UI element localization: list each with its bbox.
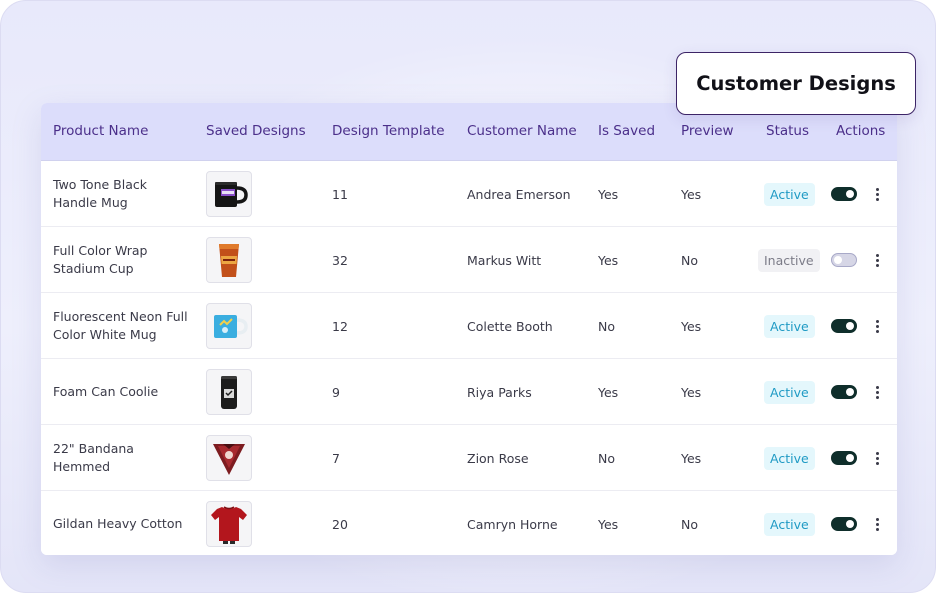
is-saved: No <box>598 318 615 334</box>
is-saved: Yes <box>598 384 619 400</box>
customer-name: Andrea Emerson <box>467 186 571 202</box>
product-name: Fluorescent Neon Full Color White Mug <box>53 309 188 342</box>
more-options-icon[interactable] <box>871 185 883 203</box>
black-mug-icon[interactable] <box>206 171 252 217</box>
toggle-knob <box>846 388 854 396</box>
design-template: 32 <box>332 252 348 268</box>
is-saved: Yes <box>598 252 619 268</box>
is-saved: No <box>598 450 615 466</box>
preview: No <box>681 252 698 268</box>
toggle-knob <box>834 256 842 264</box>
toggle-knob <box>846 322 854 330</box>
toggle-knob <box>846 454 854 462</box>
column-header-saved-designs[interactable]: Saved Designs <box>206 103 306 160</box>
preview: Yes <box>681 186 702 202</box>
preview: Yes <box>681 450 702 466</box>
product-name: Foam Can Coolie <box>53 384 159 399</box>
design-template: 7 <box>332 450 340 466</box>
table-row[interactable]: Two Tone Black Handle Mug 11 Andrea Emer… <box>41 161 897 227</box>
status-toggle[interactable] <box>831 517 857 531</box>
designs-table: Product Name Saved Designs Design Templa… <box>41 103 897 555</box>
customer-name: Riya Parks <box>467 384 532 400</box>
is-saved: Yes <box>598 516 619 532</box>
status-badge: Active <box>764 512 815 536</box>
status-badge: Active <box>764 380 815 404</box>
status-badge: Active <box>764 314 815 338</box>
design-template: 11 <box>332 186 348 202</box>
column-header-customer-name[interactable]: Customer Name <box>467 103 577 160</box>
more-options-icon[interactable] <box>871 383 883 401</box>
status-toggle[interactable] <box>831 319 857 333</box>
status-badge: Active <box>764 446 815 470</box>
status-toggle[interactable] <box>831 451 857 465</box>
design-template: 20 <box>332 516 348 532</box>
product-name: Gildan Heavy Cotton <box>53 516 183 531</box>
product-name: Two Tone Black Handle Mug <box>53 177 147 210</box>
preview: Yes <box>681 318 702 334</box>
preview: No <box>681 516 698 532</box>
column-header-product-name[interactable]: Product Name <box>53 103 148 160</box>
more-options-icon[interactable] <box>871 317 883 335</box>
customer-name: Zion Rose <box>467 450 529 466</box>
toggle-knob <box>846 520 854 528</box>
table-row[interactable]: Fluorescent Neon Full Color White Mug 12… <box>41 293 897 359</box>
product-name: Full Color Wrap Stadium Cup <box>53 243 148 276</box>
red-tshirt-icon[interactable] <box>206 501 252 547</box>
customer-name: Markus Witt <box>467 252 542 268</box>
stadium-cup-icon[interactable] <box>206 237 252 283</box>
status-toggle[interactable] <box>831 187 857 201</box>
customer-name: Camryn Horne <box>467 516 558 532</box>
toggle-knob <box>846 190 854 198</box>
blue-mug-icon[interactable] <box>206 303 252 349</box>
status-toggle[interactable] <box>831 385 857 399</box>
status-toggle[interactable] <box>831 253 857 267</box>
column-header-is-saved[interactable]: Is Saved <box>598 103 655 160</box>
more-options-icon[interactable] <box>871 449 883 467</box>
table-row[interactable]: 22" Bandana Hemmed 7 Zion Rose No Yes Ac… <box>41 425 897 491</box>
is-saved: Yes <box>598 186 619 202</box>
can-coolie-icon[interactable] <box>206 369 252 415</box>
column-header-design-template[interactable]: Design Template <box>332 103 445 160</box>
table-body: Two Tone Black Handle Mug 11 Andrea Emer… <box>41 161 897 555</box>
status-badge: Inactive <box>758 248 820 272</box>
table-row[interactable]: Gildan Heavy Cotton 20 Camryn Horne Yes … <box>41 491 897 555</box>
product-name: 22" Bandana Hemmed <box>53 441 134 474</box>
customer-name: Colette Booth <box>467 318 553 334</box>
bandana-icon[interactable] <box>206 435 252 481</box>
page-frame: Customer Designs Product Name Saved Desi… <box>0 0 936 593</box>
more-options-icon[interactable] <box>871 251 883 269</box>
design-template: 9 <box>332 384 340 400</box>
more-options-icon[interactable] <box>871 515 883 533</box>
status-badge: Active <box>764 182 815 206</box>
preview: Yes <box>681 384 702 400</box>
design-template: 12 <box>332 318 348 334</box>
table-row[interactable]: Foam Can Coolie 9 Riya Parks Yes Yes Act… <box>41 359 897 425</box>
table-row[interactable]: Full Color Wrap Stadium Cup 32 Markus Wi… <box>41 227 897 293</box>
page-title: Customer Designs <box>676 52 916 115</box>
